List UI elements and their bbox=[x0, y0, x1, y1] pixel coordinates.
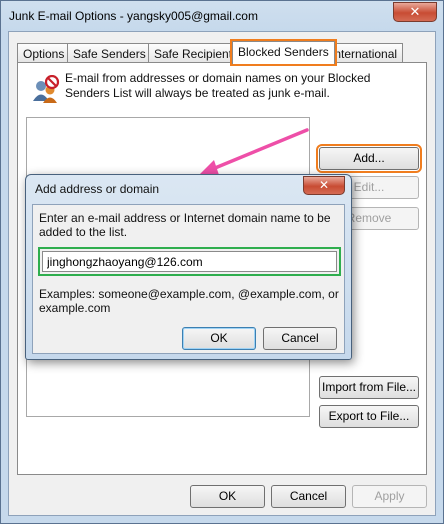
blocked-senders-icon bbox=[33, 75, 60, 103]
add-button[interactable]: Add... bbox=[316, 144, 422, 173]
tab-safe-senders[interactable]: Safe Senders bbox=[67, 43, 152, 63]
tab-options[interactable]: Options bbox=[17, 43, 71, 63]
dialog-examples: Examples: someone@example.com, @example.… bbox=[39, 287, 339, 315]
dialog-close-button[interactable]: ✕ bbox=[303, 176, 345, 195]
window-title: Junk E-mail Options - yangsky005@gmail.c… bbox=[9, 9, 258, 23]
cancel-button[interactable]: Cancel bbox=[271, 485, 346, 508]
title-bar[interactable]: Junk E-mail Options - yangsky005@gmail.c… bbox=[1, 1, 443, 31]
address-input[interactable] bbox=[38, 247, 341, 276]
dialog-body: Enter an e-mail address or Internet doma… bbox=[32, 204, 345, 354]
blocked-senders-description: E-mail from addresses or domain names on… bbox=[65, 71, 371, 100]
apply-button[interactable]: Apply bbox=[352, 485, 427, 508]
tab-blocked-senders[interactable]: Blocked Senders bbox=[230, 39, 337, 66]
tab-safe-recipients[interactable]: Safe Recipients bbox=[148, 43, 245, 63]
dialog-ok-button[interactable]: OK bbox=[182, 327, 256, 350]
dialog-title: Add address or domain bbox=[35, 182, 160, 196]
dialog-prompt: Enter an e-mail address or Internet doma… bbox=[39, 211, 331, 239]
tab-international[interactable]: International bbox=[325, 43, 404, 63]
dialog-cancel-button[interactable]: Cancel bbox=[263, 327, 337, 350]
import-from-file-button[interactable]: Import from File... bbox=[319, 376, 419, 399]
add-address-dialog: Add address or domain ✕ Enter an e-mail … bbox=[25, 174, 352, 360]
ok-button[interactable]: OK bbox=[190, 485, 265, 508]
export-to-file-button[interactable]: Export to File... bbox=[319, 405, 419, 428]
window-close-button[interactable]: ✕ bbox=[393, 2, 437, 22]
